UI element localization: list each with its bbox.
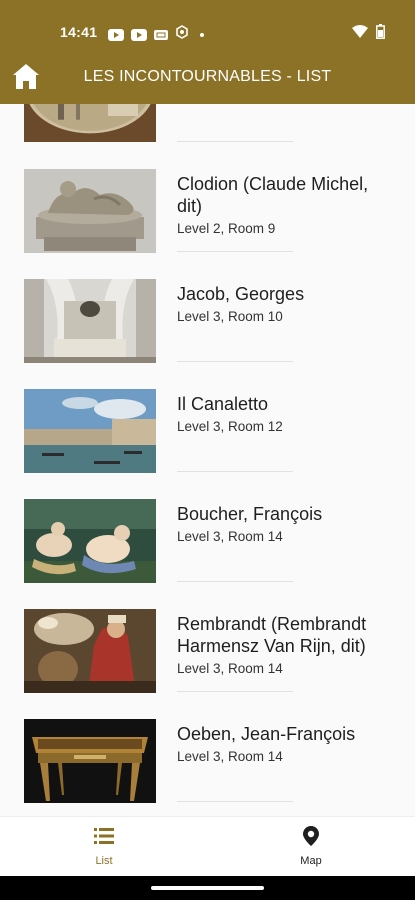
- artwork-thumbnail: [24, 169, 156, 253]
- youtube-icon: [131, 28, 147, 41]
- wifi-icon: [352, 25, 368, 43]
- list-item[interactable]: Clodion (Claude Michel, dit) Level 2, Ro…: [0, 142, 415, 253]
- artwork-thumbnail: [24, 279, 156, 363]
- artist-list[interactable]: Clodion (Claude Michel, dit) Level 2, Ro…: [0, 104, 415, 816]
- artwork-thumbnail: [24, 609, 156, 693]
- artwork-thumbnail: [24, 104, 156, 142]
- battery-icon: [376, 24, 385, 44]
- youtube-icon: [108, 28, 124, 41]
- item-divider: [177, 801, 293, 802]
- nav-tab-list[interactable]: List: [49, 817, 159, 877]
- list-item[interactable]: Oeben, Jean-François Level 3, Room 14: [0, 692, 415, 803]
- artist-name: Clodion (Claude Michel, dit): [177, 174, 369, 216]
- app-bar: LES INCONTOURNABLES - LIST: [0, 52, 415, 104]
- nav-tab-label: Map: [300, 855, 322, 867]
- artist-name: Rembrandt (Rembrandt Harmensz Van Rijn, …: [177, 614, 367, 656]
- artist-name: Boucher, François: [177, 504, 323, 524]
- artist-name: Jacob, Georges: [177, 284, 305, 304]
- artist-name: Oeben, Jean-François: [177, 724, 356, 744]
- nav-tab-map[interactable]: Map: [256, 817, 366, 877]
- nav-tab-label: List: [95, 855, 113, 867]
- bottom-navigation: List Map: [0, 816, 415, 877]
- status-time: 14:41: [60, 24, 98, 40]
- more-notifications-dot: [200, 32, 204, 37]
- list-item[interactable]: Rembrandt (Rembrandt Harmensz Van Rijn, …: [0, 582, 415, 693]
- artwork-location: Level 3, Room 14: [177, 749, 283, 764]
- list-icon: [93, 825, 115, 847]
- artwork-thumbnail: [24, 389, 156, 473]
- artwork-thumbnail: [24, 719, 156, 803]
- gesture-navigation-area: [0, 876, 415, 900]
- artwork-location: Level 3, Room 12: [177, 419, 283, 434]
- system-icons: [352, 24, 385, 44]
- notification-icons: [108, 25, 204, 44]
- page-title: LES INCONTOURNABLES - LIST: [83, 68, 332, 85]
- top-app-header: 14:41 LES INCONTOURNABLES - LIST: [0, 0, 415, 104]
- artist-name: Il Canaletto: [177, 394, 269, 414]
- map-pin-icon: [300, 825, 322, 847]
- list-item[interactable]: Jacob, Georges Level 3, Room 10: [0, 252, 415, 363]
- list-item[interactable]: Il Canaletto Level 3, Room 12: [0, 362, 415, 473]
- settings-icon: [175, 25, 189, 44]
- artwork-location: Level 2, Room 9: [177, 221, 276, 236]
- home-gesture-handle[interactable]: [151, 886, 264, 890]
- list-item[interactable]: Boucher, François Level 3, Room 14: [0, 472, 415, 583]
- list-item[interactable]: [0, 104, 415, 142]
- artwork-thumbnail: [24, 499, 156, 583]
- cast-icon: [154, 29, 168, 40]
- status-bar: 14:41: [0, 0, 415, 46]
- artwork-location: Level 3, Room 14: [177, 661, 283, 676]
- artwork-location: Level 3, Room 10: [177, 309, 283, 324]
- artwork-location: Level 3, Room 14: [177, 529, 283, 544]
